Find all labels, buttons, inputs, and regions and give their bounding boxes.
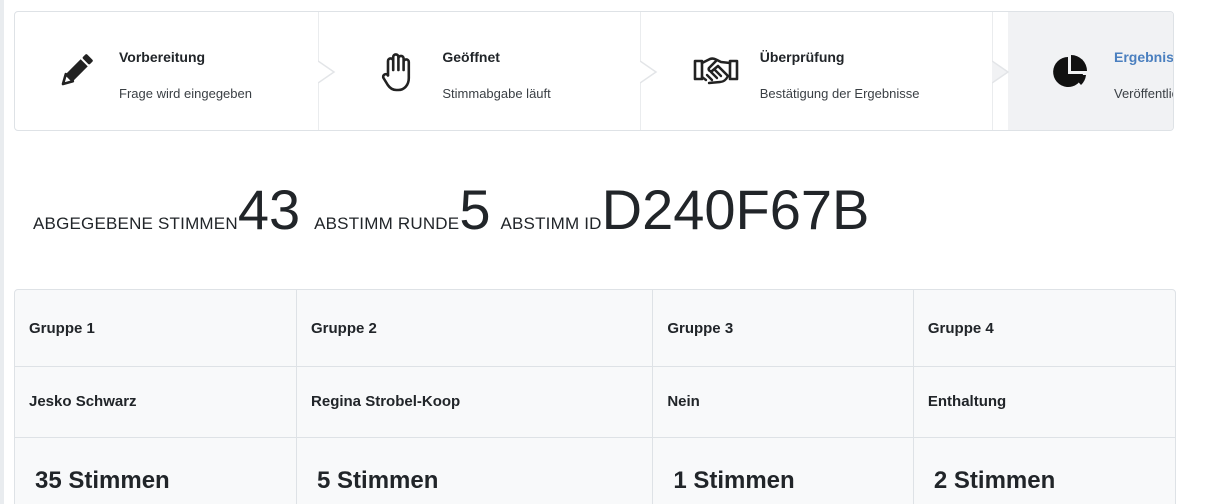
- step-geoeffnet[interactable]: Geöffnet Stimmabgabe läuft: [334, 12, 658, 130]
- pie-chart-icon: [1046, 48, 1094, 96]
- progress-stepper: Vorbereitung Frage wird eingegeben Geöff…: [14, 11, 1174, 131]
- step-subtitle: Bestätigung der Ergebnisse: [759, 86, 920, 101]
- step-vorbereitung[interactable]: Vorbereitung Frage wird eingegeben: [15, 12, 336, 130]
- results-table: Gruppe 1 Gruppe 2 Gruppe 3 Gruppe 4 Jesk…: [14, 289, 1176, 504]
- step-ergebnis[interactable]: Ergebnis Veröffentlich: [1008, 12, 1173, 130]
- step-subtitle: Frage wird eingegeben: [119, 86, 252, 101]
- vote-count: 2 Stimmen: [913, 437, 1175, 504]
- step-title: Überprüfung: [759, 49, 845, 65]
- voting-id-value: D240F67B: [601, 178, 870, 241]
- vote-stats: ABGEGEBENE STIMMEN 43 ABSTIMM RUNDE 5 AB…: [33, 182, 869, 242]
- handshake-icon: [692, 48, 740, 96]
- step-ueberpruefung[interactable]: Überprüfung Bestätigung der Ergebnisse: [656, 12, 1010, 130]
- group-header: Gruppe 4: [913, 290, 1175, 367]
- vote-count: 1 Stimmen: [652, 437, 914, 504]
- left-edge-rule: [0, 0, 4, 504]
- raised-hand-icon: [374, 48, 422, 96]
- option-row: Jesko Schwarz Regina Strobel-Koop Nein E…: [15, 366, 1175, 438]
- group-header: Gruppe 3: [652, 290, 914, 367]
- group-header: Gruppe 1: [15, 290, 298, 367]
- voting-round-value: 5: [459, 178, 491, 241]
- step-subtitle: Stimmabgabe läuft: [442, 86, 551, 101]
- voting-id-label: ABSTIMM ID: [500, 214, 602, 233]
- voting-round-label: ABSTIMM RUNDE: [314, 214, 460, 233]
- votes-row: 35 Stimmen 5 Stimmen 1 Stimmen 2 Stimmen: [15, 437, 1175, 504]
- option-name: Jesko Schwarz: [15, 366, 298, 438]
- step-subtitle: Veröffentlich: [1114, 86, 1173, 101]
- vote-count: 5 Stimmen: [296, 437, 654, 504]
- vote-count: 35 Stimmen: [15, 437, 298, 504]
- step-title: Vorbereitung: [119, 49, 206, 65]
- votes-cast-value: 43: [237, 178, 301, 241]
- pencil-icon: [51, 48, 99, 96]
- group-header: Gruppe 2: [296, 290, 654, 367]
- group-row: Gruppe 1 Gruppe 2 Gruppe 3 Gruppe 4: [15, 290, 1175, 367]
- option-name: Enthaltung: [913, 366, 1175, 438]
- step-title: Geöffnet: [442, 49, 500, 65]
- step-title: Ergebnis: [1114, 49, 1174, 65]
- option-name: Regina Strobel-Koop: [296, 366, 654, 438]
- votes-cast-label: ABGEGEBENE STIMMEN: [33, 214, 238, 233]
- option-name: Nein: [652, 366, 914, 438]
- voting-results-page: Vorbereitung Frage wird eingegeben Geöff…: [0, 0, 1227, 504]
